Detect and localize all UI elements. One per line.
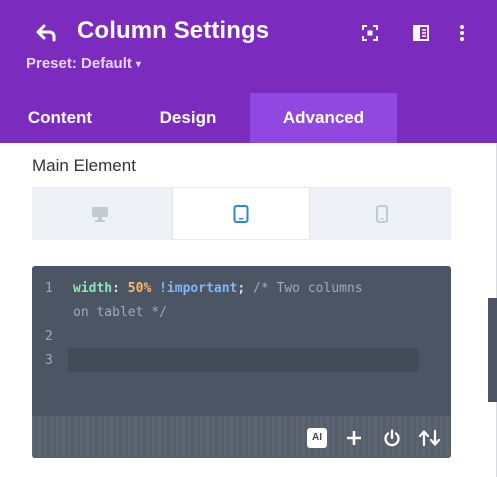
ai-button[interactable]: AI [307, 428, 327, 448]
css-code-editor[interactable]: 1 2 3 width: 50% !important; /* Two colu… [32, 266, 451, 458]
phone-icon [376, 204, 388, 223]
tab-design[interactable]: Design [126, 93, 250, 143]
desktop-icon [92, 206, 108, 222]
editor-toolbar: AI [32, 416, 451, 458]
line-number: 1 [45, 281, 53, 296]
active-line-highlight [68, 348, 419, 372]
css-colon: : [112, 281, 120, 296]
css-important: !important [159, 281, 238, 296]
tab-advanced[interactable]: Advanced [250, 93, 397, 143]
ai-icon: AI [307, 428, 327, 448]
section-label: Main Element [32, 156, 136, 175]
header: Column Settings Preset: Default ▾ [0, 0, 497, 93]
add-button[interactable] [344, 428, 364, 448]
css-property: width [73, 281, 113, 296]
css-comment: /* Two columns [253, 281, 363, 296]
caret-down-icon: ▾ [135, 59, 141, 70]
focus-icon[interactable] [360, 23, 380, 43]
power-icon [384, 429, 400, 447]
plus-icon [347, 431, 361, 445]
page-title: Column Settings [77, 17, 270, 44]
scrollbar-thumb[interactable] [488, 298, 497, 402]
device-switcher [32, 187, 451, 240]
more-vertical-icon[interactable] [452, 23, 472, 43]
sort-arrows-icon [418, 429, 441, 447]
css-value: 50% [127, 281, 152, 296]
device-tablet-button[interactable] [172, 187, 310, 240]
line-number: 3 [45, 353, 53, 368]
device-desktop-button[interactable] [32, 187, 168, 240]
tablet-icon [233, 204, 249, 223]
sort-button[interactable] [418, 428, 442, 448]
css-semicolon: ; [237, 281, 246, 296]
settings-tabs: Content Design Advanced [0, 93, 497, 143]
code-line-1-wrap: on tablet */ [73, 305, 167, 320]
sidebar-layout-icon[interactable] [411, 23, 431, 43]
css-comment-continued: on tablet */ [73, 305, 167, 320]
preset-selector[interactable]: Preset: Default ▾ [26, 55, 141, 72]
code-line-1: width: 50% !important; /* Two columns [73, 281, 363, 296]
power-button[interactable] [382, 428, 402, 448]
device-phone-button[interactable] [314, 187, 450, 240]
back-arrow-icon[interactable] [35, 23, 57, 43]
preset-label: Preset: Default [26, 55, 132, 72]
line-number: 2 [45, 329, 53, 344]
tab-content[interactable]: Content [0, 93, 120, 143]
